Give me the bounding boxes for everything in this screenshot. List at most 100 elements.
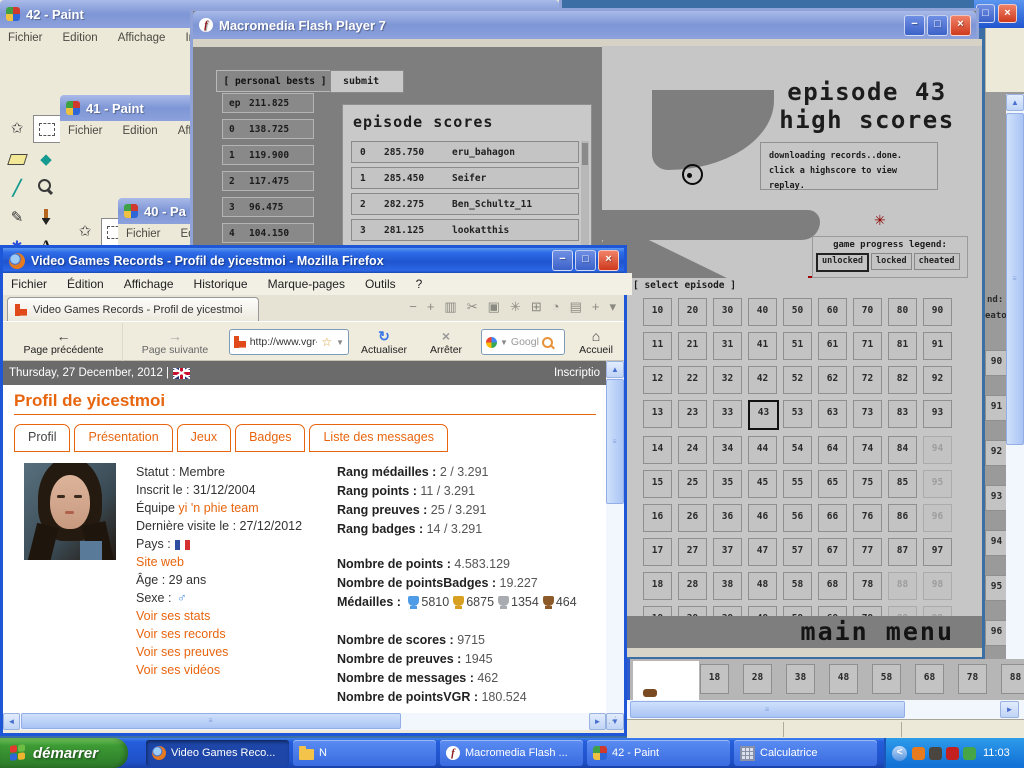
episode-cell[interactable]: 96 bbox=[985, 620, 1008, 646]
episode-cell[interactable]: 89 bbox=[888, 606, 917, 616]
episode-cell[interactable]: 88 bbox=[888, 572, 917, 600]
episode-cell[interactable]: 94 bbox=[923, 436, 952, 464]
episode-cell[interactable]: 76 bbox=[853, 504, 882, 532]
episode-cell[interactable]: 34 bbox=[713, 436, 742, 464]
episode-cell[interactable]: 92 bbox=[985, 440, 1008, 466]
episode-cell[interactable]: 93 bbox=[923, 400, 952, 428]
scroll-right-icon[interactable]: ► bbox=[1000, 701, 1019, 718]
episode-cell[interactable]: 59 bbox=[783, 606, 812, 616]
episode-cell[interactable]: 37 bbox=[713, 538, 742, 566]
episode-cell[interactable]: 69 bbox=[818, 606, 847, 616]
menu-item[interactable]: Marque-pages bbox=[268, 277, 345, 291]
episode-cell[interactable]: 97 bbox=[923, 538, 952, 566]
start-button[interactable]: démarrer bbox=[0, 738, 128, 768]
episode-cell[interactable]: 79 bbox=[853, 606, 882, 616]
home-button[interactable]: ⌂ Accueil bbox=[569, 323, 623, 361]
episode-cell[interactable]: 71 bbox=[853, 332, 882, 360]
episode-cell[interactable]: 67 bbox=[818, 538, 847, 566]
episode-cell[interactable]: 58 bbox=[783, 572, 812, 600]
stop-button[interactable]: × Arrêter bbox=[419, 323, 473, 361]
episode-cell[interactable]: 50 bbox=[783, 298, 812, 326]
episode-cell[interactable]: 46 bbox=[748, 504, 777, 532]
toolbar-icon[interactable]: ▥ bbox=[444, 299, 456, 315]
episode-cell[interactable]: 27 bbox=[678, 538, 707, 566]
legend-locked[interactable]: locked bbox=[871, 253, 912, 270]
tray-icon[interactable] bbox=[912, 747, 925, 760]
episode-cell[interactable]: 55 bbox=[783, 470, 812, 498]
toolbar-icon[interactable]: ▾ bbox=[609, 299, 616, 315]
search-field[interactable]: ▼ Googl bbox=[481, 329, 565, 355]
episode-cell[interactable]: 81 bbox=[888, 332, 917, 360]
episode-cell[interactable]: 20 bbox=[678, 298, 707, 326]
menu-item[interactable]: Affichage bbox=[124, 277, 174, 291]
episode-cell[interactable]: 68 bbox=[915, 664, 944, 694]
profile-info-line[interactable]: Voir ses stats bbox=[136, 609, 302, 627]
episode-cell[interactable]: 91 bbox=[985, 395, 1008, 421]
episode-cell[interactable]: 41 bbox=[748, 332, 777, 360]
toolbar-icon[interactable]: − bbox=[409, 299, 417, 315]
legend-unlocked[interactable]: unlocked bbox=[816, 253, 869, 272]
episode-cell[interactable]: 73 bbox=[853, 400, 882, 428]
episode-cell[interactable]: 52 bbox=[783, 366, 812, 394]
episode-cell[interactable]: 86 bbox=[888, 504, 917, 532]
taskbar-item-flash[interactable]: f Macromedia Flash ... bbox=[440, 740, 583, 766]
profile-info-line[interactable]: Voir ses preuves bbox=[136, 645, 302, 663]
highscore-row[interactable]: 0285.750eru_bahagon bbox=[351, 141, 579, 163]
profile-info-line[interactable]: Inscrit le : 31/12/2004 bbox=[136, 483, 302, 501]
profile-info-line[interactable]: Équipe yi 'n phie team bbox=[136, 501, 302, 519]
toolbar-icon[interactable]: ✂ bbox=[467, 299, 478, 315]
uk-flag-icon[interactable] bbox=[173, 368, 190, 379]
episode-cell[interactable]: 19 bbox=[643, 606, 672, 616]
episode-cell[interactable]: 87 bbox=[888, 538, 917, 566]
episode-cell[interactable]: 60 bbox=[818, 298, 847, 326]
episode-cell[interactable]: 48 bbox=[748, 572, 777, 600]
profile-info-line[interactable]: Voir ses records bbox=[136, 627, 302, 645]
episode-cell[interactable]: 66 bbox=[818, 504, 847, 532]
tray-icon[interactable] bbox=[963, 747, 976, 760]
episode-cell[interactable]: 58 bbox=[872, 664, 901, 694]
episode-cell[interactable]: 82 bbox=[888, 366, 917, 394]
toolbar-icon[interactable]: + bbox=[427, 299, 435, 315]
profile-info-line[interactable]: Âge : 29 ans bbox=[136, 573, 302, 591]
episode-cell[interactable]: 12 bbox=[643, 366, 672, 394]
toolbar-icon[interactable]: + bbox=[592, 299, 600, 315]
scrollbar-thumb[interactable]: ≡ bbox=[21, 713, 401, 729]
scroll-up-icon[interactable]: ▲ bbox=[606, 361, 624, 378]
episode-cell[interactable]: 88 bbox=[1001, 664, 1024, 694]
episode-cell[interactable]: 18 bbox=[700, 664, 729, 694]
minimize-icon[interactable]: − bbox=[552, 250, 573, 271]
episode-cell[interactable]: 22 bbox=[678, 366, 707, 394]
episode-cell[interactable]: 21 bbox=[678, 332, 707, 360]
back-button[interactable]: ← Page précédente bbox=[5, 323, 123, 361]
episode-cell[interactable]: 28 bbox=[678, 572, 707, 600]
toolbar-icon[interactable]: ▣ bbox=[488, 299, 500, 315]
profile-tab[interactable]: Présentation bbox=[74, 424, 172, 452]
episode-cell[interactable]: 53 bbox=[783, 400, 812, 428]
background-vertical-scrollbar[interactable]: ▲ ≡ ▼ bbox=[1006, 94, 1024, 698]
menu-item[interactable]: Edition bbox=[63, 32, 98, 44]
episode-cell[interactable]: 64 bbox=[818, 436, 847, 464]
episode-cell[interactable]: 39 bbox=[713, 606, 742, 616]
episode-cell[interactable]: 17 bbox=[643, 538, 672, 566]
episode-cell[interactable]: 29 bbox=[678, 606, 707, 616]
episode-cell[interactable]: 94 bbox=[985, 530, 1008, 556]
episode-cell[interactable]: 57 bbox=[783, 538, 812, 566]
episode-cell[interactable]: 11 bbox=[643, 332, 672, 360]
episode-cell[interactable]: 99 bbox=[923, 606, 952, 616]
scrollbar-thumb[interactable]: ≡ bbox=[606, 379, 624, 504]
maximize-icon[interactable]: □ bbox=[575, 250, 596, 271]
scrollbar-thumb[interactable]: ≡ bbox=[1006, 113, 1024, 445]
episode-cell[interactable]: 78 bbox=[958, 664, 987, 694]
episode-cell[interactable]: 36 bbox=[713, 504, 742, 532]
tray-icon[interactable] bbox=[929, 747, 942, 760]
horizontal-scrollbar[interactable]: ◄ ≡ ► bbox=[3, 713, 606, 730]
close-icon[interactable]: × bbox=[998, 4, 1017, 23]
scores-scrollbar[interactable] bbox=[581, 141, 589, 251]
episode-cell[interactable]: 45 bbox=[748, 470, 777, 498]
episode-cell[interactable]: 38 bbox=[713, 572, 742, 600]
minimize-icon[interactable]: − bbox=[904, 15, 925, 36]
paint-tool-icon[interactable] bbox=[4, 146, 30, 172]
episode-cell[interactable]: 30 bbox=[713, 298, 742, 326]
episode-cell[interactable]: 91 bbox=[923, 332, 952, 360]
episode-cell[interactable]: 95 bbox=[985, 575, 1008, 601]
